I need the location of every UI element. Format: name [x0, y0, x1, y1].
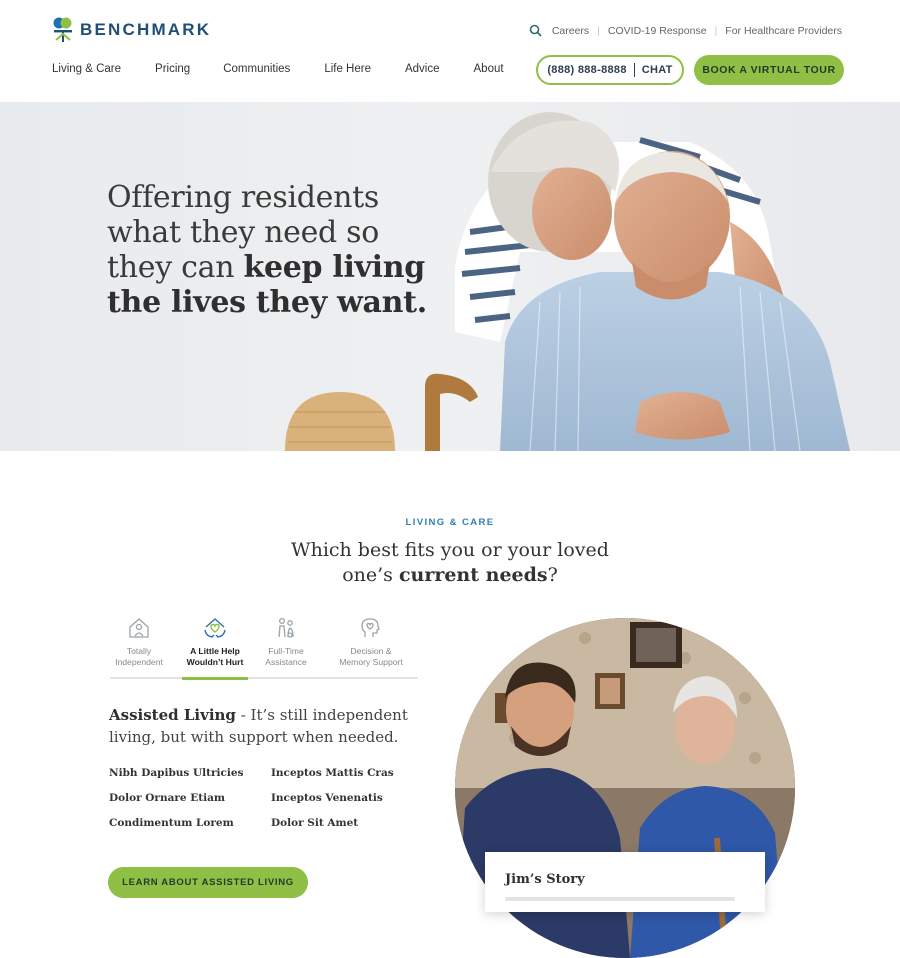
tab-decision-memory-support[interactable]: Decision & Memory Support	[330, 615, 412, 677]
search-icon[interactable]	[529, 24, 542, 37]
phone-number[interactable]: (888) 888-8888	[547, 64, 626, 76]
phone-chat-button[interactable]: (888) 888-8888 CHAT	[536, 55, 684, 85]
hero-line-3: they can	[107, 250, 244, 285]
assisted-people-icon	[273, 615, 299, 641]
benchmark-logo[interactable]: BENCHMARK	[52, 16, 211, 44]
nav-about[interactable]: About	[474, 63, 504, 75]
hero-line-3-bold: keep living	[243, 250, 425, 285]
hero-line-4-bold: the lives they want.	[107, 285, 427, 320]
divider: |	[597, 24, 600, 37]
divider: |	[714, 24, 718, 37]
title-question-mark: ?	[547, 564, 558, 586]
list-item: Inceptos Mattis Cras	[271, 767, 394, 779]
chat-link[interactable]: CHAT	[642, 64, 673, 76]
tab-a-little-help[interactable]: A Little Help Wouldn’t Hurt	[182, 615, 248, 680]
nav-living-care[interactable]: Living & Care	[52, 63, 121, 75]
main-nav: Living & Care Pricing Communities Life H…	[52, 63, 538, 75]
hero-banner: Offering residents what they need so the…	[0, 102, 900, 451]
list-item: Inceptos Venenatis	[271, 792, 383, 804]
book-virtual-tour-button[interactable]: BOOK A VIRTUAL TOUR	[694, 55, 844, 85]
house-person-icon	[126, 615, 152, 641]
site-header: BENCHMARK Careers | COVID-19 Response | …	[0, 0, 900, 102]
utility-links: Careers | COVID-19 Response | For Health…	[529, 24, 842, 37]
care-level-tabs: Totally Independent A Little Help Wouldn…	[110, 615, 418, 680]
learn-about-assisted-living-button[interactable]: LEARN ABOUT ASSISTED LIVING	[108, 867, 308, 898]
head-heart-icon	[358, 615, 384, 641]
list-item: Nibh Dapibus Ultricies	[109, 767, 244, 779]
nav-communities[interactable]: Communities	[223, 63, 290, 75]
divider	[633, 63, 635, 77]
assisted-living-label: Assisted Living	[109, 706, 236, 724]
careers-link[interactable]: Careers	[552, 25, 589, 37]
section-eyebrow: LIVING & CARE	[405, 517, 495, 528]
tab-totally-independent[interactable]: Totally Independent	[110, 615, 168, 677]
hero-headline: Offering residents what they need so the…	[107, 180, 467, 320]
hero-line-1: Offering residents	[107, 180, 379, 215]
covid-response-link[interactable]: COVID-19 Response	[608, 25, 707, 37]
nav-advice[interactable]: Advice	[405, 63, 440, 75]
title-line-2-bold: current needs	[398, 564, 548, 586]
title-line-2: one’s	[342, 564, 399, 586]
story-text-placeholder	[505, 897, 735, 901]
healthcare-providers-link[interactable]: For Healthcare Providers	[725, 25, 842, 37]
hero-line-2: what they need so	[107, 215, 380, 250]
section-title: Which best fits you or your loved one’s …	[0, 538, 900, 588]
list-item: Dolor Ornare Etiam	[109, 792, 226, 804]
nav-pricing[interactable]: Pricing	[155, 63, 190, 75]
tab-full-time-assistance[interactable]: Full-Time Assistance	[258, 615, 314, 677]
story-card[interactable]: Jim’s Story	[485, 852, 765, 912]
brand-name: BENCHMARK	[80, 20, 212, 39]
benchmark-logo-mark-icon	[53, 17, 72, 42]
assisted-living-description: Assisted Living - It’s still independent…	[109, 704, 429, 748]
feature-list: Nibh Dapibus Ultricies Inceptos Mattis C…	[109, 767, 409, 829]
nav-life-here[interactable]: Life Here	[324, 63, 371, 75]
helping-hands-heart-icon	[202, 615, 228, 641]
title-line-1: Which best fits you or your loved	[291, 539, 609, 561]
list-item: Condimentum Lorem	[109, 817, 234, 829]
list-item: Dolor Sit Amet	[271, 817, 359, 829]
story-title: Jim’s Story	[505, 872, 585, 887]
